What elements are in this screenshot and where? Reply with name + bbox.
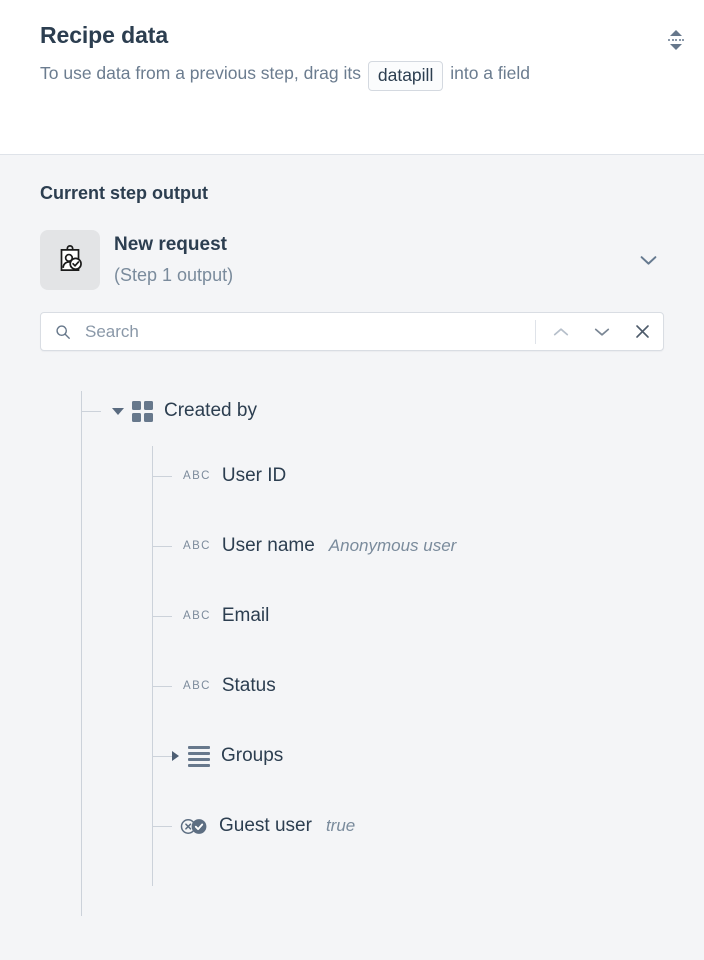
caret-expanded-icon[interactable]: [112, 407, 124, 415]
tree-connector: [152, 686, 172, 687]
tree-node-status[interactable]: ABC Status: [40, 666, 664, 706]
boolean-icon: [180, 818, 208, 835]
step-text: New request (Step 1 output): [114, 232, 233, 288]
current-step-output-label: Current step output: [40, 183, 208, 203]
close-icon[interactable]: [622, 313, 663, 350]
search-bar[interactable]: [40, 312, 664, 351]
resize-down-triangle: [670, 44, 682, 50]
list-array-icon: [188, 745, 210, 767]
object-grid-icon: [132, 400, 153, 422]
search-input[interactable]: [85, 313, 533, 350]
tree-node-email[interactable]: ABC Email: [40, 596, 664, 636]
tree-node-value: Anonymous user: [328, 536, 457, 555]
abc-string-icon: ABC: [183, 540, 211, 552]
search-divider: [535, 319, 536, 344]
recipe-data-panel: Recipe data To use data from a previous …: [0, 0, 704, 960]
tree-node-groups[interactable]: Groups: [40, 736, 664, 776]
step-header[interactable]: New request (Step 1 output): [40, 230, 664, 290]
abc-string-icon-text: ABC: [183, 680, 211, 692]
tree-node-label: User ID: [221, 465, 287, 486]
tree-node-guest-user[interactable]: Guest user true: [40, 806, 664, 846]
abc-string-icon: ABC: [183, 610, 211, 622]
tree-connector: [81, 411, 101, 412]
resize-grip-dots: [668, 39, 684, 41]
abc-string-icon: ABC: [183, 680, 211, 692]
tree-node-value: true: [325, 816, 356, 835]
approval-request-clipboard-icon: [40, 230, 100, 290]
abc-string-icon-text: ABC: [183, 540, 211, 552]
step-name: New request: [114, 234, 227, 256]
tree-node-label: Status: [221, 675, 276, 696]
tree-node-label: User name: [221, 535, 315, 556]
tree-connector: [152, 546, 172, 547]
tree-node-user-name[interactable]: ABC User name Anonymous user: [40, 526, 664, 566]
subtitle-text-after: into a field: [450, 62, 530, 83]
tree-node-user-id[interactable]: ABC User ID: [40, 456, 664, 496]
tree-node-created-by[interactable]: Created by: [40, 391, 664, 431]
panel-header: Recipe data To use data from a previous …: [0, 0, 704, 155]
chevron-up-icon[interactable]: [540, 313, 581, 350]
chevron-down-icon-search[interactable]: [581, 313, 622, 350]
tree-connector: [152, 616, 172, 617]
tree-node-label: Guest user: [219, 815, 312, 836]
subtitle-text-before: To use data from a previous step, drag i…: [40, 62, 361, 83]
panel-body: Current step output New request (Step 1 …: [0, 155, 704, 916]
tree-node-label: Created by: [164, 400, 257, 421]
chevron-down-icon[interactable]: [635, 247, 661, 273]
search-icon: [41, 324, 85, 340]
datapill-chip[interactable]: datapill: [367, 60, 444, 92]
abc-string-icon: ABC: [183, 470, 211, 482]
vertical-resize-icon[interactable]: [661, 20, 691, 60]
resize-up-triangle: [670, 30, 682, 36]
step-subtitle: (Step 1 output): [114, 264, 234, 285]
tree-connector: [152, 826, 172, 827]
page-title: Recipe data: [40, 22, 169, 48]
datatree: Created by ABC User ID ABC User name Ano…: [40, 391, 664, 916]
panel-subtitle: To use data from a previous step, drag i…: [40, 59, 655, 92]
tree-node-label: Email: [221, 605, 270, 626]
tree-connector: [152, 476, 172, 477]
tree-connector: [152, 756, 172, 757]
abc-string-icon-text: ABC: [183, 470, 211, 482]
caret-collapsed-icon[interactable]: [172, 751, 179, 761]
abc-string-icon-text: ABC: [183, 610, 211, 622]
tree-node-label: Groups: [221, 745, 284, 766]
